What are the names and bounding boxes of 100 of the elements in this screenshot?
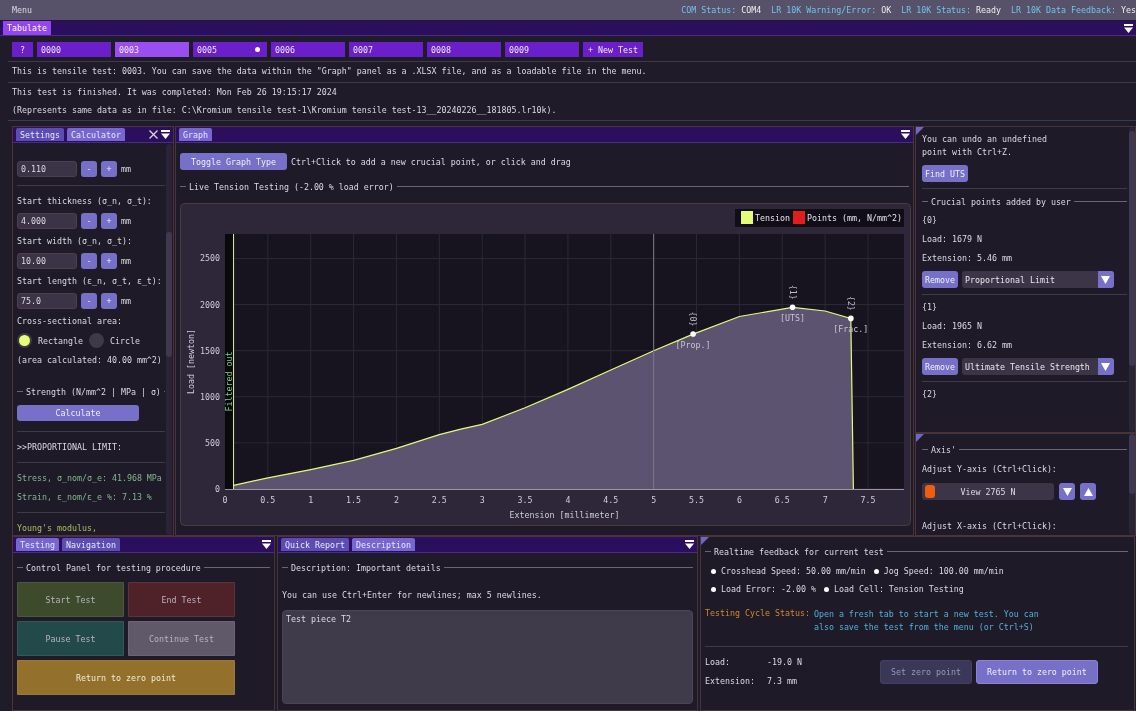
slider-thumb[interactable]	[925, 485, 935, 498]
status-text: This test is finished. It was completed: Mon Feb 26 19:15:17 2024	[12, 87, 338, 97]
reading-value: -19.0 N	[767, 657, 803, 667]
x-tick-label: 7	[822, 495, 828, 505]
increment-button[interactable]: +	[101, 293, 117, 309]
panel-tab[interactable]: Testing	[16, 538, 59, 551]
bullet-icon	[711, 586, 716, 592]
x-tick-label: 4.5	[603, 495, 619, 505]
axis-label: Adjust X-axis (Ctrl+Click):	[922, 520, 1058, 533]
decrement-button[interactable]: -	[81, 293, 97, 309]
new-test-tab[interactable]: + New Test	[583, 42, 643, 57]
test-tab[interactable]: 0009	[505, 42, 579, 57]
menu-dropdown-icon[interactable]	[901, 130, 910, 139]
point-type-dropdown[interactable]: Proportional Limit	[962, 271, 1114, 288]
view-slider[interactable]: View 2765 N	[922, 483, 1054, 500]
info-text: This is tensile test: 0003. You can save the data within the "Graph" panel as a .XLSX file, and as a loadable file in the menu.	[12, 66, 647, 76]
tab-label: 0000	[41, 44, 61, 55]
test-tab[interactable]: 0008	[427, 42, 501, 57]
field-label: Start thickness (σ_n, σ_t):	[17, 195, 153, 208]
x-tick-label: 6.5	[774, 495, 790, 505]
panel-tab[interactable]: Settings	[16, 128, 64, 141]
radio-button[interactable]	[17, 333, 32, 348]
find-uts-button[interactable]: Find UTS	[922, 165, 968, 182]
field-label: >>PROPORTIONAL LIMIT:	[17, 441, 123, 454]
status-value: COM4	[741, 5, 762, 15]
menu-dropdown-icon[interactable]	[685, 540, 694, 549]
x-tick-label: 3.5	[517, 495, 533, 505]
x-tick-label: 5	[651, 495, 657, 505]
description-field[interactable]: Test piece T2	[282, 610, 693, 704]
point-id-label: {0}	[688, 311, 699, 327]
section-title: Control Panel for testing procedure	[26, 562, 201, 573]
axis-label: Adjust Y-axis (Ctrl+Click):	[922, 463, 1058, 476]
decrement-button[interactable]: -	[81, 161, 97, 177]
panel-tab[interactable]: Navigation	[61, 538, 120, 551]
menu-dropdown-icon[interactable]	[262, 540, 271, 549]
panel-tab[interactable]: Calculator	[66, 128, 125, 141]
panel-tab[interactable]: Description	[351, 538, 415, 551]
point-id-label: {2}	[845, 295, 856, 311]
toggle-graph-button[interactable]: Toggle Graph Type	[180, 153, 287, 170]
test-tab[interactable]: 0006	[271, 42, 345, 57]
x-tick-label: 7.5	[860, 495, 876, 505]
legend-label: Tension	[755, 213, 790, 223]
decrement-button[interactable]: -	[81, 213, 97, 229]
number-field[interactable]: 75.0	[17, 293, 77, 309]
point-marker	[789, 304, 796, 311]
radio-label: Circle	[109, 335, 140, 346]
filtered-label: Filtered out	[224, 351, 235, 412]
section-title: Axis'	[931, 444, 956, 455]
increase-button[interactable]	[1080, 483, 1096, 500]
hint-text: You can use Ctrl+Enter for newlines; max 5 newlines.	[282, 590, 543, 600]
panel-tab[interactable]: Quick Report	[281, 538, 349, 551]
radio-label: Rectangle	[38, 335, 83, 346]
scrollbar[interactable]	[1129, 127, 1135, 432]
decrease-button[interactable]	[1059, 483, 1075, 500]
x-tick-label: 4	[565, 495, 571, 505]
section-title: Description: Important details	[291, 562, 441, 573]
field-label: Start length (ε_n, σ_t, ε_t):	[17, 275, 163, 288]
reading-value: 7.3 mm	[767, 676, 798, 686]
close-icon[interactable]	[149, 130, 158, 139]
radio-button[interactable]	[88, 333, 104, 348]
number-field[interactable]: 10.00	[17, 253, 77, 269]
status-value: OK	[881, 5, 892, 15]
test-tab[interactable]: 0007	[349, 42, 423, 57]
panel-tab[interactable]: Graph	[179, 128, 212, 141]
unit-label: mm	[121, 256, 131, 266]
increment-button[interactable]: +	[101, 253, 117, 269]
status-value: Yes	[1121, 5, 1136, 15]
section-title: Realtime feedback for current test	[714, 546, 884, 557]
test-tab[interactable]: 0005	[193, 42, 267, 57]
test-tab[interactable]: 0000	[37, 42, 111, 57]
decrement-button[interactable]: -	[81, 253, 97, 269]
menu-title[interactable]: Menu	[12, 5, 32, 15]
feedback-text: Load Cell: Tension Testing	[833, 584, 964, 594]
number-field[interactable]: 0.110	[17, 161, 77, 177]
remove-button[interactable]: Remove	[922, 358, 958, 375]
status-label: LR 10K Data Feedback:	[1011, 5, 1116, 15]
point-type-dropdown[interactable]: Ultimate Tensile Strength	[962, 358, 1114, 375]
status-text: Open a fresh tab to start a new test. You can also save the test from the menu (or Ctrl+S)	[813, 608, 1040, 634]
remove-button[interactable]: Remove	[922, 271, 958, 288]
test-tab[interactable]: 0003	[115, 42, 189, 57]
x-tick-label: 2	[393, 495, 399, 505]
menu-dropdown-icon[interactable]	[1124, 23, 1133, 33]
dock-tab[interactable]: Tabulate	[3, 21, 51, 35]
bullet-icon	[873, 568, 879, 574]
scrollbar[interactable]	[166, 144, 172, 535]
x-tick-label: 0.5	[260, 495, 276, 505]
procedure-button[interactable]: Return to zero point	[17, 660, 235, 695]
calculate-button[interactable]: Calculate	[17, 405, 139, 421]
increment-button[interactable]: +	[101, 213, 117, 229]
zero-point-button[interactable]: Return to zero point	[975, 659, 1098, 684]
scrollbar[interactable]	[1129, 434, 1135, 535]
status-label: LR 10K Status:	[901, 5, 972, 15]
test-tab[interactable]: ?	[12, 42, 33, 57]
tab-label: 0006	[275, 44, 295, 55]
slider-value: View 2765 N	[960, 486, 1016, 497]
y-axis-title: Load [newton]	[186, 329, 196, 394]
menu-dropdown-icon[interactable]	[161, 130, 170, 139]
y-tick-label: 0	[215, 484, 220, 494]
number-field[interactable]: 4.000	[17, 213, 77, 229]
increment-button[interactable]: +	[101, 161, 117, 177]
